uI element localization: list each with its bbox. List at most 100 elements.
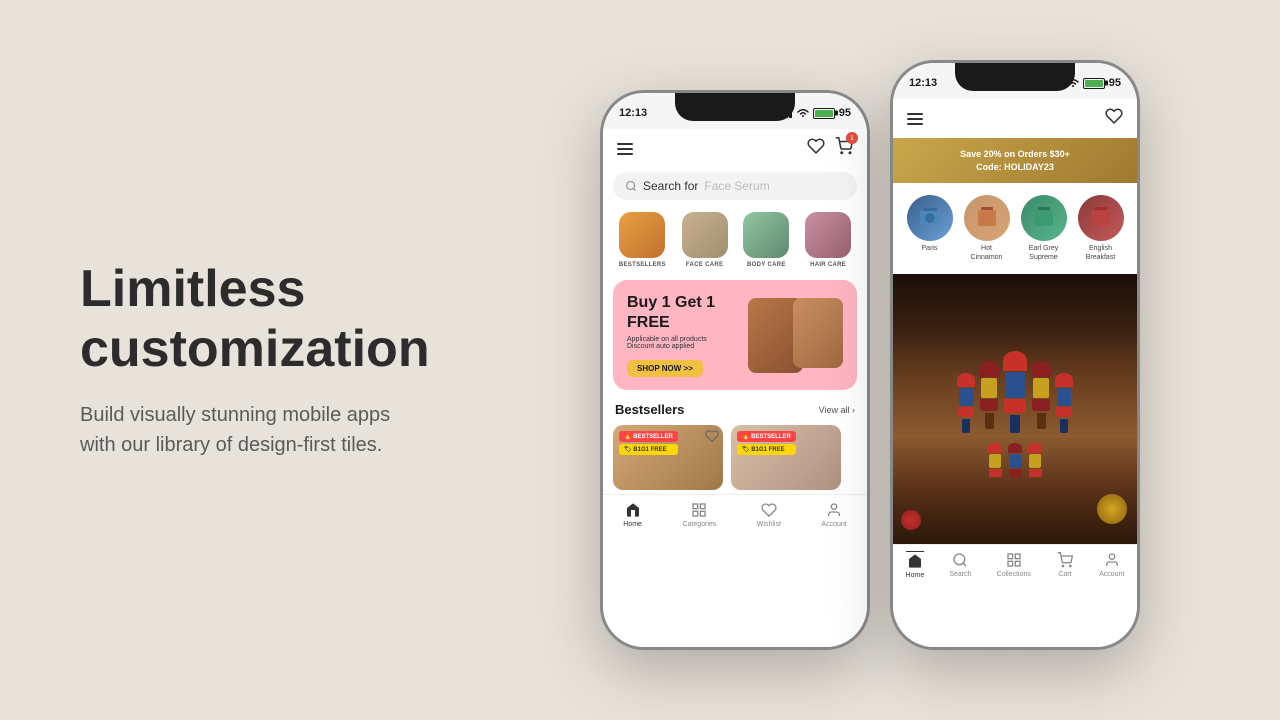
search-label: Search for: [643, 179, 698, 193]
promo-desc: Applicable on all productsDiscount auto …: [627, 336, 715, 350]
wishlist-icon[interactable]: [807, 137, 825, 160]
wishlist-icon-2[interactable]: [1105, 107, 1123, 130]
nav2-account-label: Account: [1099, 571, 1124, 578]
time-1: 12:13: [619, 107, 647, 119]
user-nav-icon: [825, 501, 843, 519]
category-label-haircare: HAIR CARE: [810, 262, 846, 268]
nav-wishlist[interactable]: Wishlist: [757, 501, 781, 528]
product-badges-2: 🔥 BESTSELLER 🏷 B1G1 FREE: [737, 431, 796, 455]
bestseller-badge-1: 🔥 BESTSELLER: [619, 431, 678, 442]
battery-pct-1: 95: [839, 107, 851, 119]
nav2-home-label: Home: [906, 572, 925, 579]
nav-account-label: Account: [821, 521, 846, 528]
category-haircare[interactable]: HAIR CARE: [805, 212, 851, 268]
heart-nav-icon: [760, 501, 778, 519]
product-card-1[interactable]: 🔥 BESTSELLER 🏷 B1G1 FREE: [613, 425, 723, 490]
cart-nav-icon-2: [1056, 551, 1074, 569]
phone-screen-1: 1 Search for Face Serum BESTSELLERS: [603, 129, 867, 647]
nav2-cart-label: Cart: [1058, 571, 1071, 578]
tea-hot[interactable]: HotCinnamon: [964, 195, 1010, 262]
phones-section: 12:13 95: [600, 50, 1170, 670]
search-bar[interactable]: Search for Face Serum: [613, 172, 857, 200]
promo-gold-line2: Code: HOLIDAY23: [907, 161, 1123, 174]
cart-wrapper[interactable]: 1: [835, 137, 853, 160]
phone-notch-2: [955, 63, 1075, 91]
tea-circle-earl: [1021, 195, 1067, 241]
nav-account[interactable]: Account: [821, 501, 846, 528]
view-all-link[interactable]: View all ›: [819, 405, 855, 415]
home-icon: [624, 501, 642, 519]
category-facecare[interactable]: FACE CARE: [682, 212, 728, 268]
search-placeholder: Face Serum: [704, 179, 769, 193]
section-header: Bestsellers View all ›: [603, 398, 867, 421]
product-heart-1[interactable]: [705, 429, 719, 448]
products-row: 🔥 BESTSELLER 🏷 B1G1 FREE 🔥 BES: [603, 421, 867, 494]
main-heading: Limitless customization: [80, 260, 520, 380]
nav2-search[interactable]: Search: [949, 551, 971, 579]
phone-1: 12:13 95: [600, 90, 870, 650]
tea-circle-paris: [907, 195, 953, 241]
tea-english[interactable]: EnglishBreakfast: [1078, 195, 1124, 262]
search-nav-icon-2: [951, 551, 969, 569]
promo-title: Buy 1 Get 1FREE: [627, 293, 715, 331]
product-badges-1: 🔥 BESTSELLER 🏷 B1G1 FREE: [619, 431, 678, 455]
search-icon: [625, 180, 637, 192]
phone-2: 12:13 95: [890, 60, 1140, 650]
category-bestsellers[interactable]: BESTSELLERS: [619, 212, 666, 268]
category-label-bestsellers: BESTSELLERS: [619, 262, 666, 268]
category-label-facecare: FACE CARE: [686, 262, 723, 268]
categories-row: BESTSELLERS FACE CARE BODY CARE: [603, 208, 867, 276]
promo-products: [748, 298, 843, 373]
phone-header-1: 1: [603, 129, 867, 168]
nav2-account[interactable]: Account: [1099, 551, 1124, 579]
battery-icon-2: [1083, 78, 1105, 89]
hamburger-icon-2[interactable]: [907, 113, 923, 125]
tea-paris[interactable]: Paris: [907, 195, 953, 262]
hamburger-icon[interactable]: [617, 143, 633, 155]
category-img-facecare: [682, 212, 728, 258]
nav2-collections[interactable]: Collections: [997, 551, 1031, 579]
category-img-bodycare: [743, 212, 789, 258]
tea-product-img: [893, 274, 1137, 544]
promo-gold-line1: Save 20% on Orders $30+: [907, 148, 1123, 161]
bottom-nav-1: Home Categories: [603, 494, 867, 532]
tea-categories: Paris HotCinnamon: [893, 183, 1137, 274]
category-img-bestsellers: [619, 212, 665, 258]
grid-icon: [690, 501, 708, 519]
bestseller-badge-2: 🔥 BESTSELLER: [737, 431, 796, 442]
nav-wishlist-label: Wishlist: [757, 521, 781, 528]
nav2-cart[interactable]: Cart: [1056, 551, 1074, 579]
bogo-badge-2: 🏷 B1G1 FREE: [737, 444, 796, 455]
tea-label-paris: Paris: [922, 245, 938, 253]
category-bodycare[interactable]: BODY CARE: [743, 212, 789, 268]
promo-product-2: [793, 298, 843, 368]
promo-text: Buy 1 Get 1FREE Applicable on all produc…: [627, 293, 715, 376]
tea-label-hot: HotCinnamon: [971, 245, 1003, 262]
nav2-search-label: Search: [949, 571, 971, 578]
nav-categories-label: Categories: [682, 521, 716, 528]
promo-banner-gold: Save 20% on Orders $30+ Code: HOLIDAY23: [893, 138, 1137, 183]
left-section: Limitless customization Build visually s…: [0, 200, 600, 520]
nav2-home[interactable]: Home: [906, 551, 925, 579]
battery-icon-1: [813, 108, 835, 119]
phone-screen-2: Save 20% on Orders $30+ Code: HOLIDAY23 …: [893, 99, 1137, 647]
tea-earl[interactable]: Earl GreySupreme: [1021, 195, 1067, 262]
nav2-collections-label: Collections: [997, 571, 1031, 578]
tea-circle-english: [1078, 195, 1124, 241]
nav-home[interactable]: Home: [623, 501, 642, 528]
time-2: 12:13: [909, 77, 937, 89]
nav-categories[interactable]: Categories: [682, 501, 716, 528]
category-img-haircare: [805, 212, 851, 258]
product-card-2[interactable]: 🔥 BESTSELLER 🏷 B1G1 FREE: [731, 425, 841, 490]
header-icons: 1: [807, 137, 853, 160]
promo-banner: Buy 1 Get 1FREE Applicable on all produc…: [613, 280, 857, 390]
cart-badge: 1: [846, 132, 858, 144]
battery-pct-2: 95: [1109, 77, 1121, 89]
bestsellers-title: Bestsellers: [615, 402, 684, 417]
shop-now-button[interactable]: SHOP NOW >>: [627, 360, 703, 377]
sub-heading: Build visually stunning mobile appswith …: [80, 400, 520, 460]
tea-label-english: EnglishBreakfast: [1086, 245, 1116, 262]
phone-notch: [675, 93, 795, 121]
home-icon-2: [906, 552, 924, 570]
user-nav-icon-2: [1103, 551, 1121, 569]
